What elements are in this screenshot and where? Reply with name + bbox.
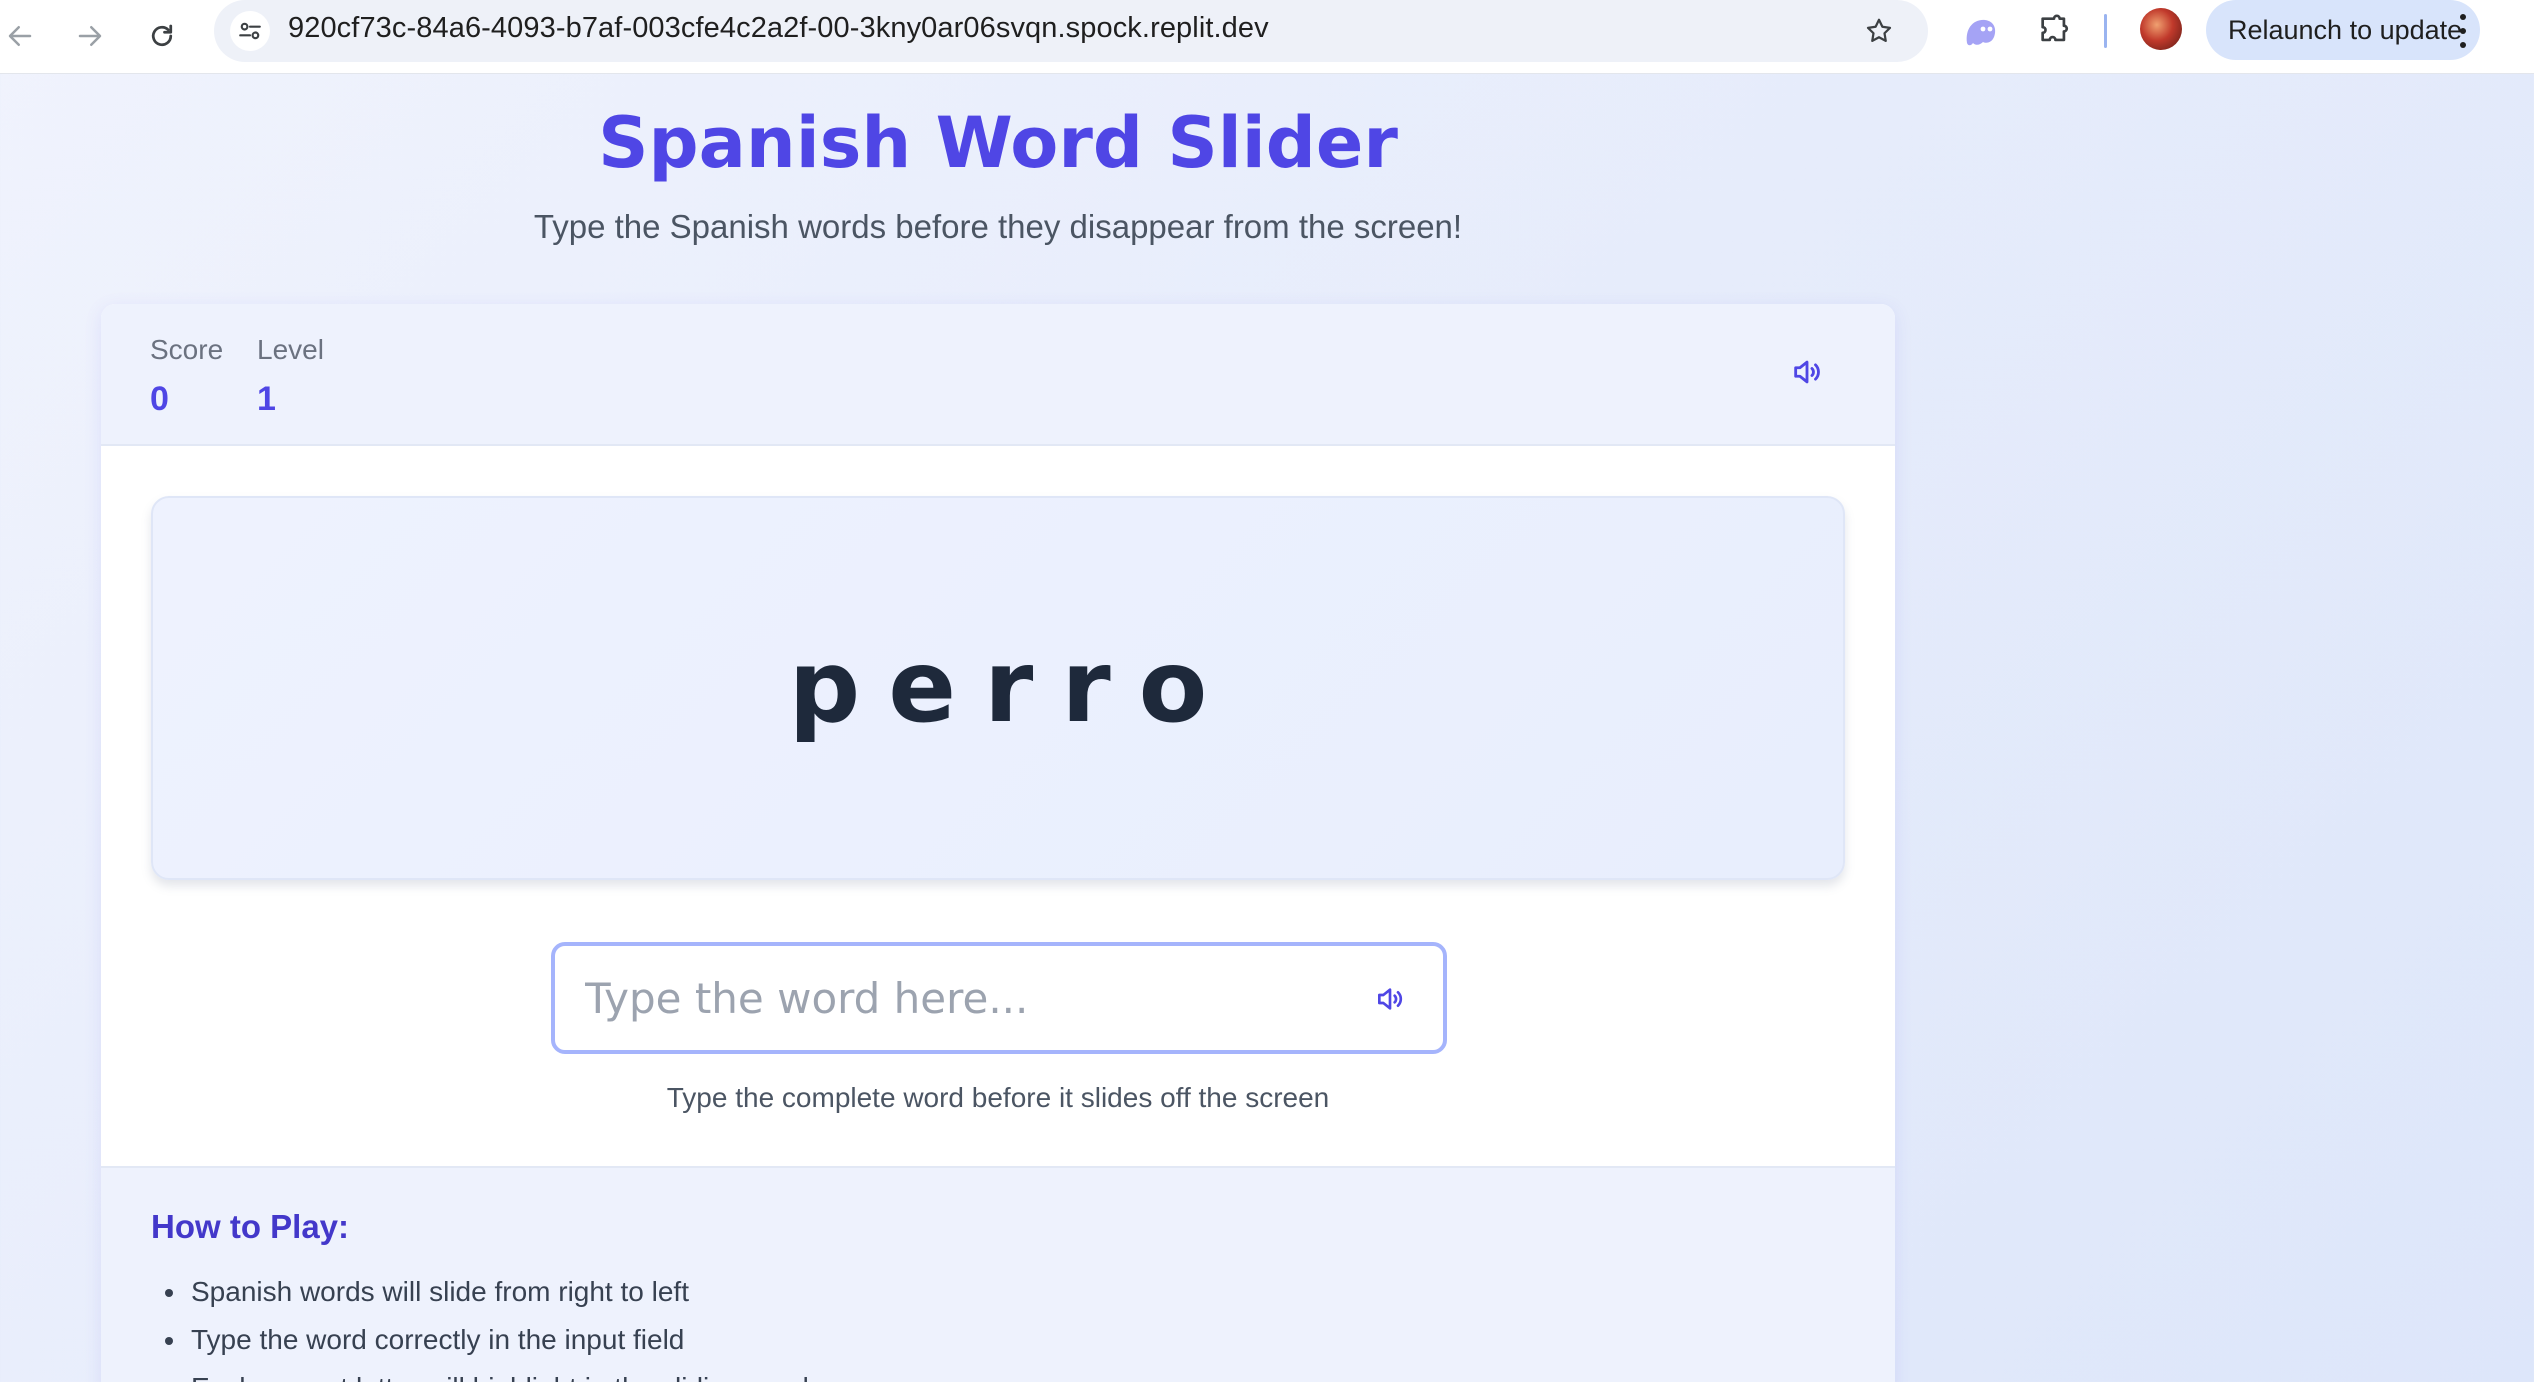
how-to-play-title: How to Play: — [151, 1208, 350, 1245]
toolbar-divider — [2104, 14, 2107, 48]
more-vert-icon[interactable] — [2458, 14, 2468, 48]
input-hint: Type the complete word before it slides … — [666, 1082, 1330, 1113]
address-bar[interactable]: 920cf73c-84a6-4093-b7af-003cfe4c2a2f-00-… — [214, 0, 1928, 62]
score-stat: Score 0 — [150, 334, 223, 419]
list-item: Each correct letter will highlight in th… — [151, 1364, 809, 1382]
level-value: 1 — [257, 380, 276, 418]
stats-bar: Score 0 Level 1 — [101, 304, 1895, 446]
score-value: 0 — [150, 380, 169, 418]
how-to-play-section: How to Play: Spanish words will slide fr… — [101, 1166, 1895, 1382]
reload-icon[interactable] — [134, 8, 190, 64]
score-label: Score — [150, 334, 224, 365]
forward-arrow-icon[interactable] — [62, 8, 118, 64]
word-stage: perro — [151, 496, 1845, 880]
relaunch-to-update-button[interactable]: Relaunch to update — [2206, 0, 2480, 60]
page-title: Spanish Word Slider — [598, 102, 1398, 184]
extensions-puzzle-icon[interactable] — [2032, 8, 2076, 52]
bookmark-star-icon[interactable] — [1860, 12, 1898, 50]
sliding-word: perro — [788, 628, 1236, 745]
list-item: Type the word correctly in the input fie… — [151, 1316, 809, 1364]
list-item: Spanish words will slide from right to l… — [151, 1268, 809, 1316]
browser-toolbar: 920cf73c-84a6-4093-b7af-003cfe4c2a2f-00-… — [0, 0, 2534, 74]
word-input[interactable] — [555, 946, 1443, 1050]
ghost-extension-icon[interactable] — [1958, 10, 2002, 54]
profile-avatar[interactable] — [2140, 8, 2182, 50]
level-stat: Level 1 — [257, 334, 324, 419]
page-subtitle: Type the Spanish words before they disap… — [533, 208, 1463, 245]
word-input-container — [551, 942, 1447, 1054]
site-settings-icon[interactable] — [230, 11, 270, 51]
instructions-list: Spanish words will slide from right to l… — [151, 1268, 809, 1382]
relaunch-label: Relaunch to update — [2228, 14, 2463, 45]
game-card: Score 0 Level 1 perro Type the compl — [101, 304, 1895, 1382]
url-text[interactable]: 920cf73c-84a6-4093-b7af-003cfe4c2a2f-00-… — [288, 12, 1269, 45]
level-label: Level — [257, 334, 324, 365]
speaker-icon[interactable] — [1371, 980, 1409, 1018]
back-arrow-icon[interactable] — [0, 8, 48, 64]
sound-toggle-icon[interactable] — [1787, 352, 1827, 392]
